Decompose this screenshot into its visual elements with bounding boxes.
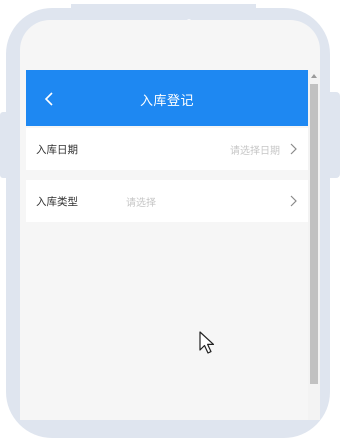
phone-side-button-right	[330, 92, 340, 178]
vertical-scrollbar[interactable]	[308, 70, 320, 420]
chevron-right-icon[interactable]	[288, 193, 298, 209]
phone-frame: 入库登记 入库日期 请选择日期 入库类型 请选择	[6, 4, 330, 438]
entry-date-label: 入库日期	[36, 143, 78, 156]
app-header: 入库登记	[26, 70, 308, 126]
scrollbar-thumb[interactable]	[310, 84, 318, 384]
entry-type-placeholder[interactable]: 请选择	[126, 194, 156, 209]
mouse-cursor-icon	[198, 330, 218, 358]
entry-date-row[interactable]: 入库日期 请选择日期	[26, 128, 308, 170]
scroll-up-arrow-icon[interactable]	[311, 74, 317, 78]
page-title: 入库登记	[139, 94, 194, 109]
entry-type-label: 入库类型	[36, 195, 78, 208]
entry-date-placeholder[interactable]: 请选择日期	[230, 142, 280, 157]
phone-screen: 入库登记 入库日期 请选择日期 入库类型 请选择	[20, 20, 320, 420]
entry-type-row[interactable]: 入库类型 请选择	[26, 180, 308, 222]
chevron-right-icon[interactable]	[288, 141, 298, 157]
